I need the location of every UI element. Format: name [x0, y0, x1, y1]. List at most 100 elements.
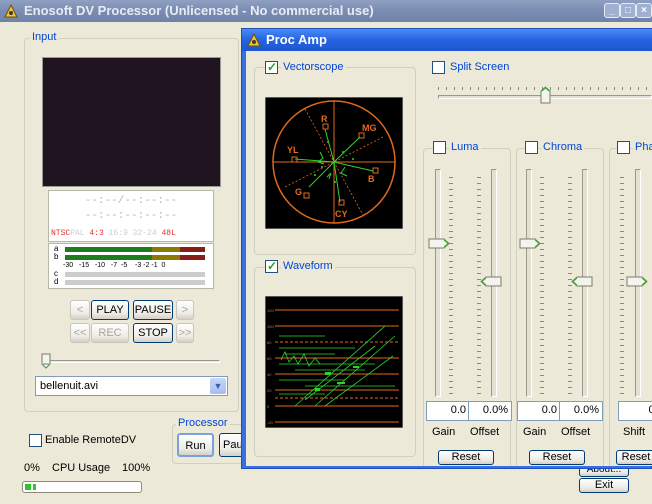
phase-shift-thumb[interactable] [626, 276, 648, 287]
meter-channel-b: b [54, 252, 59, 261]
chroma-gain-slider[interactable] [526, 169, 532, 397]
prev-button[interactable]: < [70, 300, 90, 320]
run-button[interactable]: Run [177, 433, 214, 457]
format-audio: 48L [161, 229, 176, 238]
file-select[interactable]: bellenuit.avi ▼ [35, 376, 228, 396]
vectorscope-target-r: R [321, 114, 328, 124]
proc-amp-window: Proc Amp Vectorscope [241, 28, 652, 469]
chroma-gain-ticks [540, 177, 544, 395]
close-button[interactable]: × [636, 3, 652, 18]
chroma-offset-thumb[interactable] [571, 276, 593, 287]
luma-checkbox[interactable] [433, 141, 446, 154]
luma-reset-button[interactable]: Reset [438, 450, 494, 465]
meter-tick: -2 [143, 262, 150, 269]
chroma-gain-label: Gain [523, 426, 547, 438]
seek-slider[interactable] [44, 360, 220, 363]
format-pal: PAL [70, 229, 85, 238]
waveform-scale-label: 80 [267, 340, 272, 345]
waveform-display: 120 100 80 60 40 20 0 -20 [265, 296, 403, 428]
cpu-max-label: 100% [122, 462, 151, 474]
proc-amp-title: Proc Amp [266, 32, 327, 47]
timecode-line-2: --:--:--:--:-- [84, 210, 178, 222]
waveform-scale-label: 40 [267, 372, 272, 377]
cpu-usage-title: CPU Usage [52, 462, 111, 474]
chroma-offset-value[interactable]: 0.0% [559, 401, 603, 421]
format-ntsc: NTSC [51, 229, 71, 238]
meter-tick: -10 [94, 262, 106, 269]
play-button[interactable]: PLAY [91, 300, 129, 320]
luma-offset-label: Offset [470, 426, 500, 438]
processor-group-label: Processor [176, 417, 230, 429]
vectorscope-target-g: G [295, 187, 302, 197]
luma-label: Luma [449, 141, 481, 153]
pause-button[interactable]: PAUSE [133, 300, 173, 320]
rewind-button[interactable]: << [70, 323, 90, 343]
meter-tick: 0 [161, 262, 166, 269]
meter-bar-c [65, 272, 205, 277]
phase-checkbox[interactable] [617, 141, 630, 154]
format-aspect: 4:3 [89, 229, 104, 238]
file-select-value: bellenuit.avi [40, 380, 99, 392]
proc-amp-icon [247, 33, 261, 47]
waveform-scale-label: 120 [267, 308, 274, 313]
proc-amp-title-bar[interactable]: Proc Amp [242, 29, 652, 51]
chevron-down-icon[interactable]: ▼ [210, 378, 226, 394]
luma-offset-value[interactable]: 0.0% [468, 401, 512, 421]
meter-tick: -5 [121, 262, 128, 269]
chroma-label: Chroma [541, 141, 585, 153]
format-indicators: NTSCPAL 4:3 16:9 32-24 48L [51, 229, 215, 238]
main-title-bar[interactable]: Enosoft DV Processor (Unlicensed - No co… [0, 0, 652, 22]
format-widescreen: 16:9 32-24 [108, 229, 157, 238]
luma-offset-thumb[interactable] [480, 276, 502, 287]
meter-channel-d: d [54, 277, 59, 286]
split-screen-checkbox[interactable] [432, 61, 445, 74]
rec-button[interactable]: REC [91, 323, 129, 343]
vectorscope-target-b: B [368, 174, 375, 184]
next-button[interactable]: > [176, 300, 194, 320]
phase-reset-button[interactable]: Reset [616, 450, 652, 465]
app-icon [4, 4, 18, 18]
input-group-label: Input [30, 31, 59, 43]
stop-button[interactable]: STOP [133, 323, 173, 343]
fast-forward-button[interactable]: >> [176, 323, 194, 343]
waveform-scale-label: 100 [267, 324, 274, 329]
vectorscope-label: Vectorscope [281, 61, 346, 73]
cpu-min-label: 0% [24, 462, 40, 474]
chroma-gain-value[interactable]: 0.0 [517, 401, 561, 421]
meter-tick: -30 [63, 262, 74, 269]
vectorscope-display: R MG YL B G CY [265, 97, 403, 229]
meter-tick: -1 [151, 262, 158, 269]
main-window-title: Enosoft DV Processor (Unlicensed - No co… [24, 3, 374, 18]
meter-bar-a [65, 247, 205, 252]
meter-tick: -3 [135, 262, 142, 269]
vectorscope-checkbox[interactable] [265, 60, 278, 74]
maximize-button[interactable]: □ [620, 3, 636, 18]
meter-tick: -15 [78, 262, 90, 269]
split-screen-slider-thumb[interactable] [540, 86, 551, 104]
phase-label: Pha [633, 141, 652, 153]
exit-button[interactable]: Exit [579, 478, 629, 493]
luma-gain-ticks [449, 177, 453, 395]
waveform-label: Waveform [281, 260, 335, 272]
luma-gain-thumb[interactable] [428, 238, 450, 249]
chroma-gain-thumb[interactable] [519, 238, 541, 249]
vectorscope-target-mg: MG [362, 123, 377, 133]
seek-slider-thumb[interactable] [41, 353, 51, 369]
minimize-button[interactable]: _ [604, 3, 620, 18]
phase-shift-value[interactable]: 0° [618, 401, 652, 421]
vectorscope-target-yl: YL [287, 145, 299, 155]
vectorscope-target-cy: CY [335, 209, 348, 219]
meter-bar-d [65, 280, 205, 285]
timecode-line-1: --:--/--:--:-- [84, 195, 178, 207]
luma-gain-slider[interactable] [435, 169, 441, 397]
proc-amp-body: Vectorscope R MG YL [246, 51, 652, 466]
video-preview [42, 57, 221, 187]
waveform-checkbox[interactable] [265, 259, 278, 273]
cpu-usage-fill [25, 484, 36, 490]
enable-remotedv-label: Enable RemoteDV [45, 434, 137, 446]
chroma-reset-button[interactable]: Reset [529, 450, 585, 465]
chroma-checkbox[interactable] [525, 141, 538, 154]
phase-shift-ticks [620, 177, 624, 395]
luma-gain-value[interactable]: 0.0 [426, 401, 470, 421]
enable-remotedv-checkbox[interactable] [29, 434, 42, 447]
